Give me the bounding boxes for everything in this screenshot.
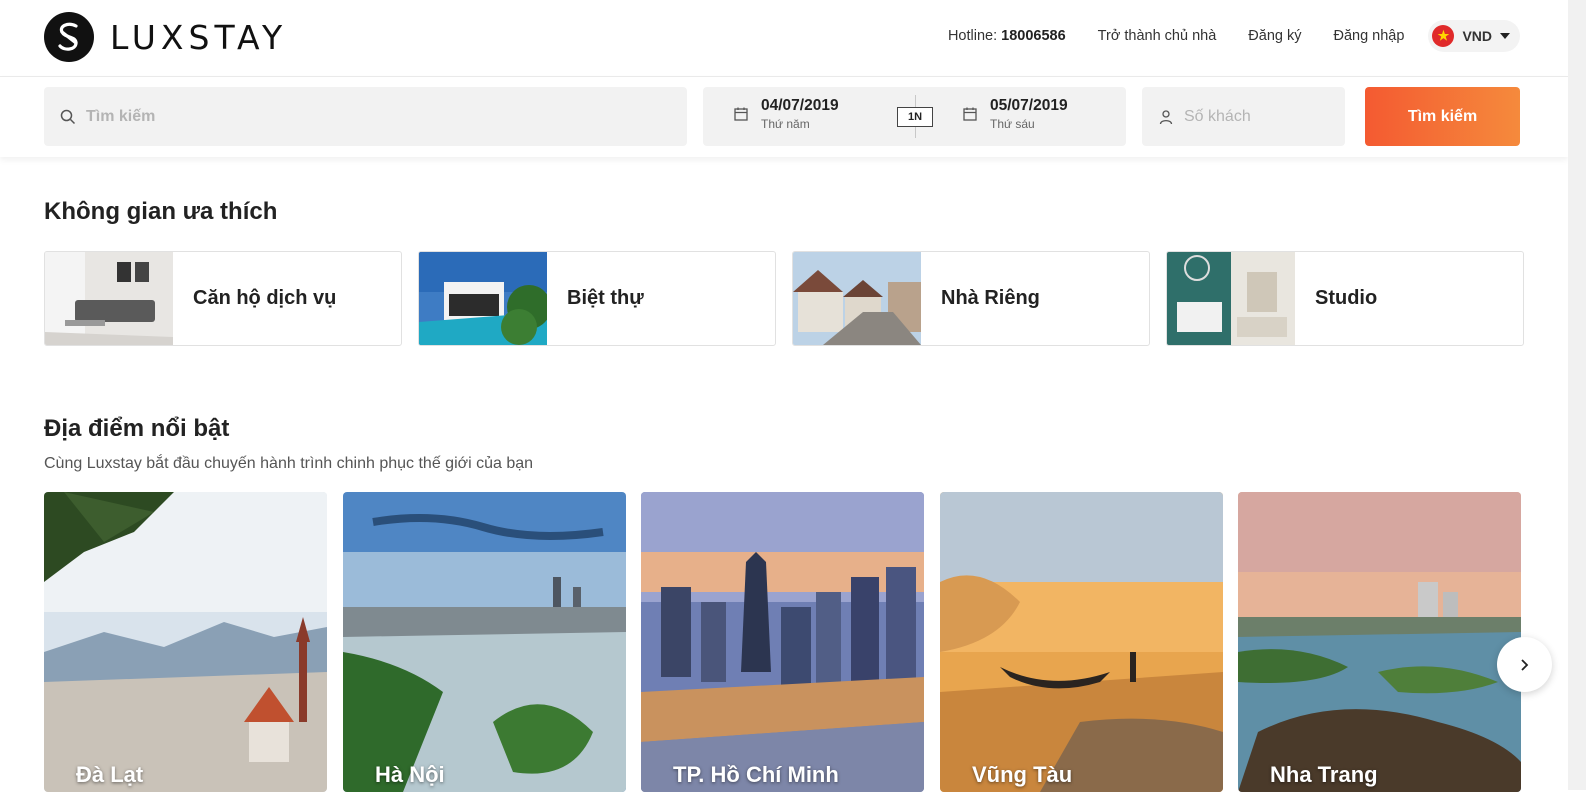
search-placeholder: Tìm kiếm xyxy=(86,107,156,125)
chevron-right-icon xyxy=(1520,658,1528,671)
category-label: Studio xyxy=(1315,287,1378,309)
calendar-icon xyxy=(963,107,977,121)
currency-label: VND xyxy=(1462,28,1492,44)
page-scrollbar[interactable] xyxy=(1568,0,1586,790)
caret-down-icon xyxy=(1500,33,1510,39)
guests-placeholder: Số khách xyxy=(1184,107,1251,125)
checkin-date-value: 04/07/2019 xyxy=(761,97,839,114)
category-label: Căn hộ dịch vụ xyxy=(193,287,337,309)
category-image xyxy=(419,252,547,345)
search-button[interactable]: Tìm kiếm xyxy=(1365,87,1520,146)
category-image xyxy=(793,252,921,345)
hotline-number: 18006586 xyxy=(1001,28,1066,44)
destination-image xyxy=(641,492,924,792)
become-host-link[interactable]: Trở thành chủ nhà xyxy=(1098,28,1217,44)
carousel-next-button[interactable] xyxy=(1497,637,1552,692)
destination-card[interactable]: TP. Hồ Chí Minh xyxy=(641,492,924,792)
checkout-date[interactable]: 05/07/2019 Thứ sáu xyxy=(946,97,1068,131)
destination-name: Đà Lạt xyxy=(76,762,144,787)
destination-name: Hà Nội xyxy=(375,762,445,787)
destination-card[interactable]: Hà Nội xyxy=(343,492,626,792)
destination-image xyxy=(1238,492,1521,792)
guests-input[interactable]: Số khách xyxy=(1142,87,1345,146)
user-icon xyxy=(1159,109,1173,124)
date-range-picker[interactable]: 04/07/2019 Thứ năm 1N 05/07/2019 Thứ sáu xyxy=(703,87,1126,146)
top-nav: Hotline: 18006586 Trở thành chủ nhà Đăng… xyxy=(916,20,1520,52)
brand-name: LUXSTAY xyxy=(110,17,288,57)
hotline[interactable]: Hotline: 18006586 xyxy=(948,28,1066,44)
checkout-date-value: 05/07/2019 xyxy=(990,97,1068,114)
destination-image xyxy=(343,492,626,792)
search-input[interactable]: Tìm kiếm xyxy=(44,87,687,146)
destination-card[interactable]: Nha Trang xyxy=(1238,492,1521,792)
currency-selector[interactable]: ★ VND xyxy=(1428,20,1520,52)
category-label: Biệt thự xyxy=(567,287,644,309)
destination-image xyxy=(940,492,1223,792)
destination-name: Nha Trang xyxy=(1270,762,1378,787)
checkin-day: Thứ năm xyxy=(761,117,810,131)
category-card[interactable]: Căn hộ dịch vụ xyxy=(44,251,402,346)
top-bar: LUXSTAY Hotline: 18006586 Trở thành chủ … xyxy=(0,0,1568,77)
categories-title: Không gian ưa thích xyxy=(44,198,278,225)
destination-name: Vũng Tàu xyxy=(972,762,1073,787)
logo-mark-icon xyxy=(44,12,94,62)
logo[interactable]: LUXSTAY xyxy=(44,12,287,62)
category-card[interactable]: Nhà Riêng xyxy=(792,251,1150,346)
nights-badge: 1N xyxy=(897,107,933,127)
destination-card[interactable]: Đà Lạt xyxy=(44,492,327,792)
category-image xyxy=(1167,252,1295,345)
checkin-date[interactable]: 04/07/2019 Thứ năm xyxy=(717,97,839,131)
register-link[interactable]: Đăng ký xyxy=(1248,28,1301,44)
checkout-day: Thứ sáu xyxy=(990,117,1035,131)
category-image xyxy=(45,252,173,345)
vietnam-flag-icon: ★ xyxy=(1432,25,1455,47)
destinations-title: Địa điểm nổi bật xyxy=(44,415,230,442)
calendar-icon xyxy=(734,107,748,121)
destination-image xyxy=(44,492,327,792)
category-label: Nhà Riêng xyxy=(941,287,1040,309)
search-bar: Tìm kiếm 04/07/2019 Thứ năm 1N 05/07/201… xyxy=(0,77,1568,157)
destination-card[interactable]: Vũng Tàu xyxy=(940,492,1223,792)
category-card[interactable]: Biệt thự xyxy=(418,251,776,346)
login-link[interactable]: Đăng nhập xyxy=(1333,28,1404,44)
search-icon xyxy=(60,109,76,124)
hotline-label: Hotline: xyxy=(947,28,998,44)
category-card[interactable]: Studio xyxy=(1166,251,1524,346)
destination-name: TP. Hồ Chí Minh xyxy=(673,762,839,787)
destinations-subtitle: Cùng Luxstay bắt đầu chuyến hành trình c… xyxy=(44,455,534,472)
